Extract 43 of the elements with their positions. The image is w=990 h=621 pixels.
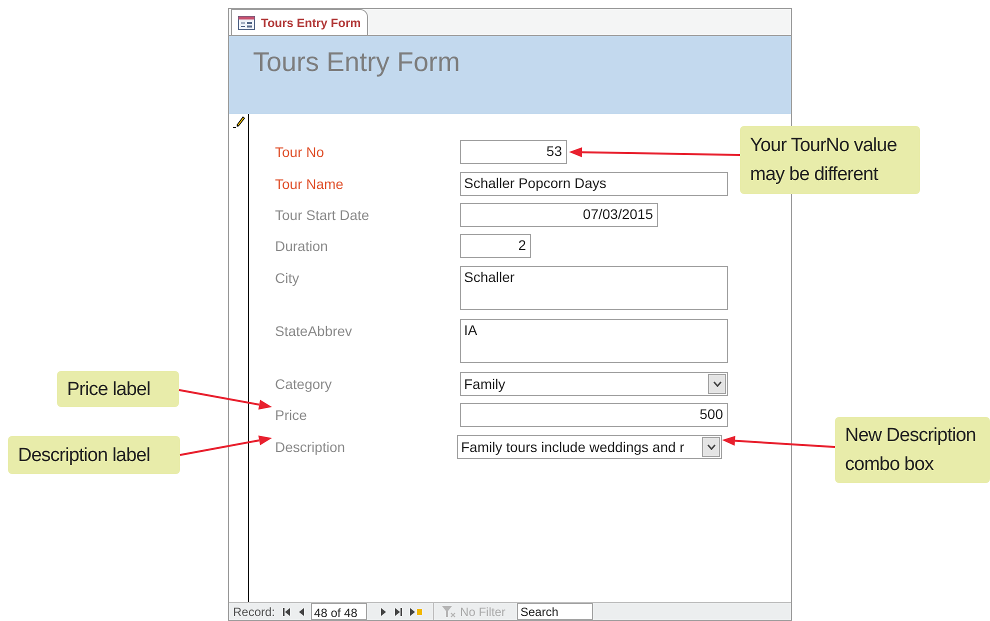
dropdown-button[interactable] (708, 374, 726, 394)
previous-icon (298, 608, 304, 616)
field-label: Tour No (275, 143, 326, 162)
first-icon (282, 608, 290, 616)
field-label: Price (275, 406, 308, 425)
field-label: StateAbbrev (275, 322, 354, 341)
callout-label: Your TourNo value may be different (740, 126, 920, 194)
search-field[interactable]: Search (517, 603, 594, 620)
field-label: Category (275, 375, 333, 394)
field-label: Tour Start Date (275, 206, 370, 225)
filter-icon (442, 606, 456, 618)
chevron-down-icon (712, 381, 722, 387)
input-field[interactable]: Schaller Popcorn Days (460, 172, 728, 196)
combo-box[interactable]: Family tours include weddings and r (457, 435, 722, 459)
callout-label: Price label (57, 371, 179, 407)
text-area[interactable]: Schaller (460, 266, 728, 310)
record-label: Record: (233, 604, 276, 620)
dropdown-button[interactable] (702, 437, 720, 457)
field-label: City (275, 269, 300, 288)
form-icon (238, 16, 255, 30)
last-icon (394, 608, 402, 616)
new-record-button[interactable] (409, 606, 424, 618)
combo-box[interactable]: Family (460, 372, 728, 396)
form-title: Tours Entry Form (253, 47, 460, 77)
first-record-button[interactable] (281, 606, 292, 618)
input-field[interactable]: 2 (460, 234, 531, 258)
chevron-down-icon (706, 444, 716, 450)
next-record-button[interactable] (379, 606, 388, 618)
callout-label: New Description combo box (835, 417, 990, 483)
form-tab[interactable]: Tours Entry Form (231, 9, 368, 35)
field-label: Duration (275, 237, 329, 256)
text-area[interactable]: IA (460, 319, 728, 363)
input-field[interactable]: 500 (460, 403, 728, 427)
field-label: Tour Name (275, 175, 344, 194)
input-field[interactable]: 07/03/2015 (460, 203, 658, 227)
new-record-icon (410, 608, 422, 616)
callout-label: Description label (8, 436, 180, 474)
last-record-button[interactable] (393, 606, 404, 618)
field-label: Description (275, 438, 346, 457)
input-field[interactable]: 53 (460, 140, 567, 164)
next-icon (380, 608, 386, 616)
current-record-field[interactable]: 48 of 48 (311, 603, 368, 620)
previous-record-button[interactable] (297, 606, 306, 618)
